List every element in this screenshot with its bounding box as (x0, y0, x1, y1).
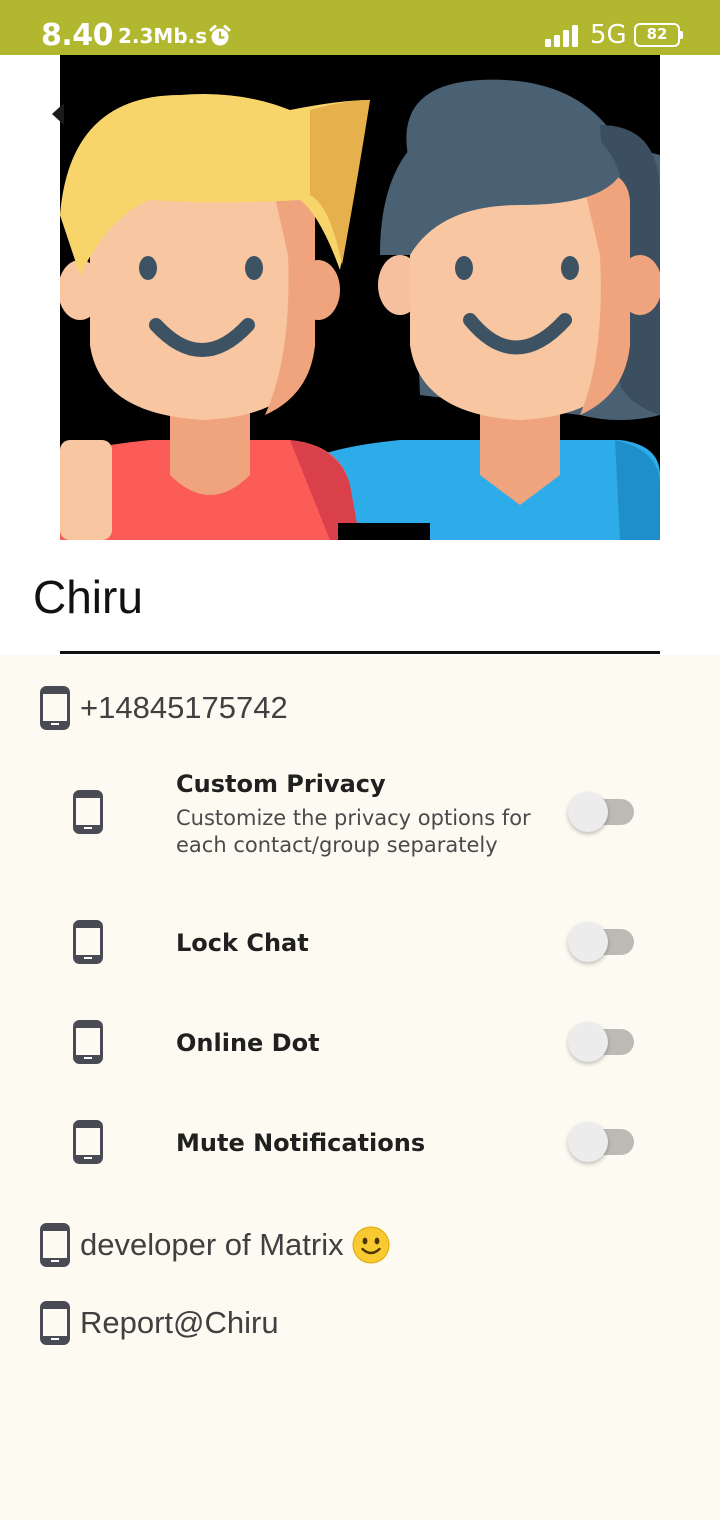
smartphone-icon (73, 790, 103, 834)
status-speed: 2.3Mb.s (118, 24, 208, 48)
phone-number: +14845175742 (80, 690, 288, 725)
profile-photo[interactable] (60, 55, 660, 540)
report-row[interactable]: Report@Chiru (40, 1301, 279, 1345)
setting-title: Lock Chat (176, 929, 309, 957)
status-time: 8.40 (41, 18, 114, 53)
setting-title: Custom Privacy (176, 770, 386, 798)
report-text: Report@Chiru (80, 1305, 279, 1340)
setting-title: Mute Notifications (176, 1129, 426, 1157)
alarm-icon (209, 25, 231, 46)
signal-icon (545, 25, 578, 47)
mute-notifications-toggle[interactable] (568, 1122, 634, 1162)
lock-chat-toggle[interactable] (568, 922, 634, 962)
status-bar: 8.40 2.3Mb.s 5G 82 (0, 0, 720, 55)
setting-subtitle: Customize the privacy options for each c… (176, 806, 531, 857)
couple-avatar-illustration (60, 55, 660, 540)
smartphone-icon (40, 686, 70, 730)
custom-privacy-toggle[interactable] (568, 792, 634, 832)
status-network: 5G (590, 20, 627, 50)
about-text: developer of Matrix (80, 1227, 344, 1262)
smartphone-icon (73, 1020, 103, 1064)
setting-title: Online Dot (176, 1029, 320, 1057)
battery-level: 82 (646, 25, 668, 43)
smartphone-icon (73, 1120, 103, 1164)
smartphone-icon (40, 1223, 70, 1267)
back-arrow-icon[interactable] (52, 103, 64, 125)
phone-row[interactable]: +14845175742 (40, 686, 288, 730)
battery-icon: 82 (634, 23, 684, 47)
about-row[interactable]: developer of Matrix (40, 1223, 390, 1267)
smartphone-icon (73, 920, 103, 964)
contact-name[interactable]: Chiru (33, 570, 143, 624)
online-dot-toggle[interactable] (568, 1022, 634, 1062)
smartphone-icon (40, 1301, 70, 1345)
contact-profile-screen: 8.40 2.3Mb.s 5G 82 Chiru +14845175742 Cu… (0, 0, 720, 1520)
name-underline-divider (60, 651, 660, 654)
smiley-emoji-icon (352, 1226, 390, 1264)
